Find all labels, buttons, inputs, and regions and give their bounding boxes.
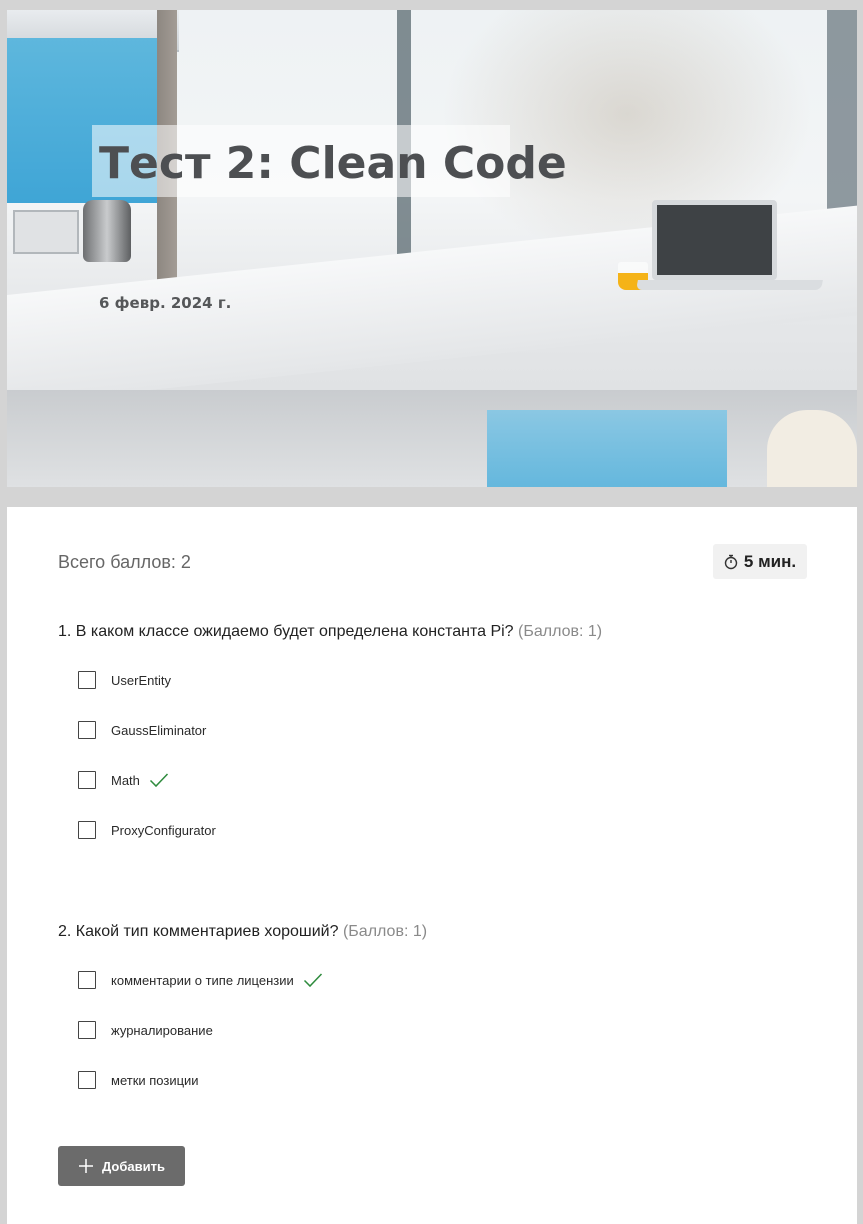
timer-label: 5 мин. [743,551,797,571]
question-2-option-position-markers[interactable]: метки позиции [78,1070,199,1090]
question-1-option-userentity[interactable]: UserEntity [78,670,171,690]
form-card: Всего баллов: 2 5 мин. 1. В каком классе… [7,507,857,1224]
header-banner: Тест 2: Clean Code 6 февр. 2024 г. [7,10,857,487]
question-text: 1. В каком классе ожидаемо будет определ… [58,623,514,640]
option-label: журналирование [111,1022,213,1038]
banner-image-laptop [652,200,777,280]
checkbox[interactable] [78,1071,96,1089]
option-label: UserEntity [111,672,171,688]
checkbox[interactable] [78,1021,96,1039]
question-points: (Баллов: 1) [342,923,428,940]
total-points: Всего баллов: 2 [58,552,191,572]
stopwatch-icon [724,554,738,570]
question-2-option-logging[interactable]: журналирование [78,1020,213,1040]
banner-image-laptop-base [636,280,823,290]
checkbox[interactable] [78,721,96,739]
banner-image-chair [767,410,857,487]
option-label: метки позиции [111,1072,199,1088]
checkbox[interactable] [78,671,96,689]
option-label: GaussEliminator [111,722,207,738]
question-points: (Баллов: 1) [518,623,603,640]
page-title: Тест 2: Clean Code [99,138,567,189]
question-1-option-gausseliminator[interactable]: GaussEliminator [78,720,206,740]
question-2-title: 2. Какой тип комментариев хороший? (Балл… [58,923,427,941]
option-label: комментарии о типе лицензии [111,972,294,988]
question-text: 2. Какой тип комментариев хороший? [58,923,339,940]
option-label: Math [111,772,140,788]
correct-checkmark-icon [149,772,169,788]
timer-badge: 5 мин. [713,544,807,579]
banner-image-kettle [83,200,131,262]
add-button-label: Добавить [102,1158,165,1174]
checkbox[interactable] [78,821,96,839]
question-1-option-math[interactable]: Math [78,770,169,790]
checkbox[interactable] [78,771,96,789]
question-1-title: 1. В каком классе ожидаемо будет определ… [58,623,602,641]
question-2-option-license-comments[interactable]: комментарии о типе лицензии [78,970,323,990]
banner-image-stool [487,410,727,487]
correct-checkmark-icon [303,972,323,988]
plus-icon [78,1158,94,1174]
banner-image-socket [13,210,79,254]
form-date: 6 февр. 2024 г. [99,294,232,312]
banner-image-counter-shadow [7,390,857,487]
checkbox[interactable] [78,971,96,989]
option-label: ProxyConfigurator [111,822,216,838]
add-question-button[interactable]: Добавить [58,1146,185,1186]
question-1-option-proxyconfigurator[interactable]: ProxyConfigurator [78,820,216,840]
